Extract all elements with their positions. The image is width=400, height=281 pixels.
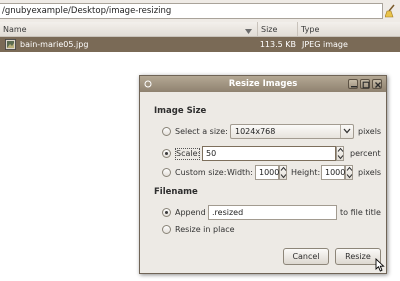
- file-size: 113.5 KB: [259, 40, 296, 49]
- column-header-type[interactable]: Type: [298, 22, 400, 37]
- image-size-heading: Image Size: [154, 106, 207, 116]
- location-bar: /gnubyexample/Desktop/image-resizing: [0, 0, 400, 22]
- select-size-combo[interactable]: 1024x768: [230, 124, 354, 139]
- spin-down-icon: [280, 174, 287, 179]
- file-type: JPEG image: [302, 40, 348, 49]
- maximize-icon: [362, 81, 370, 89]
- maximize-button[interactable]: [360, 79, 370, 89]
- combo-arrow: [340, 125, 353, 138]
- scale-radio[interactable]: [162, 149, 171, 158]
- spin-down-icon: [346, 174, 353, 179]
- close-button[interactable]: [372, 79, 382, 89]
- height-input[interactable]: 1000: [321, 165, 345, 180]
- scale-label: Scale:: [176, 149, 201, 158]
- spin-up-icon: [346, 166, 353, 171]
- minimize-icon: [351, 86, 357, 88]
- sort-arrow-icon: [245, 27, 252, 34]
- spin-up-icon: [337, 147, 344, 152]
- height-label: Height:: [291, 168, 321, 177]
- column-header-name[interactable]: Name: [0, 22, 258, 37]
- append-input[interactable]: .resized: [208, 205, 337, 220]
- filename-heading: Filename: [154, 187, 198, 197]
- select-size-unit: pixels: [358, 127, 382, 136]
- minimize-button[interactable]: [348, 79, 358, 89]
- width-label: Width:: [227, 168, 253, 177]
- custom-size-radio[interactable]: [162, 168, 171, 177]
- resize-button-label: Resize: [345, 252, 371, 261]
- append-radio[interactable]: [162, 208, 171, 217]
- width-input[interactable]: 1000: [255, 165, 279, 180]
- scale-input[interactable]: 50: [202, 146, 336, 161]
- scale-spinner[interactable]: [336, 146, 344, 161]
- cancel-button-label: Cancel: [292, 252, 320, 261]
- custom-size-label: Custom size:: [175, 168, 227, 177]
- chevron-down-icon: [343, 128, 351, 134]
- column-header-name-label: Name: [3, 25, 27, 34]
- width-spinner[interactable]: [279, 165, 287, 180]
- image-file-icon: [5, 39, 16, 50]
- column-header-type-label: Type: [301, 25, 320, 34]
- resize-in-place-label: Resize in place: [175, 225, 235, 234]
- close-icon: [375, 82, 381, 88]
- file-row[interactable]: bain-marie05.jpg 113.5 KB JPEG image: [0, 37, 400, 52]
- dialog-titlebar[interactable]: Resize Images: [140, 76, 386, 92]
- select-size-label: Select a size:: [175, 127, 228, 136]
- select-size-radio[interactable]: [162, 127, 171, 136]
- select-size-value: 1024x768: [235, 127, 276, 136]
- file-name: bain-marie05.jpg: [20, 40, 89, 49]
- custom-size-unit: pixels: [358, 168, 382, 177]
- column-header-size[interactable]: Size: [258, 22, 298, 37]
- append-label: Append: [175, 208, 206, 217]
- spin-up-icon: [280, 166, 287, 171]
- resize-images-dialog: Resize Images Image Size Select a size: …: [139, 75, 387, 274]
- append-suffix-label: to file title: [340, 208, 381, 217]
- column-header-size-label: Size: [261, 25, 278, 34]
- location-entry[interactable]: /gnubyexample/Desktop/image-resizing: [0, 3, 383, 19]
- cancel-button[interactable]: Cancel: [283, 248, 329, 265]
- clear-icon[interactable]: [384, 4, 397, 18]
- spin-down-icon: [337, 155, 344, 160]
- resize-in-place-radio[interactable]: [162, 225, 171, 234]
- scale-unit: percent: [350, 149, 381, 158]
- height-spinner[interactable]: [345, 165, 353, 180]
- mouse-cursor-icon: [375, 257, 385, 272]
